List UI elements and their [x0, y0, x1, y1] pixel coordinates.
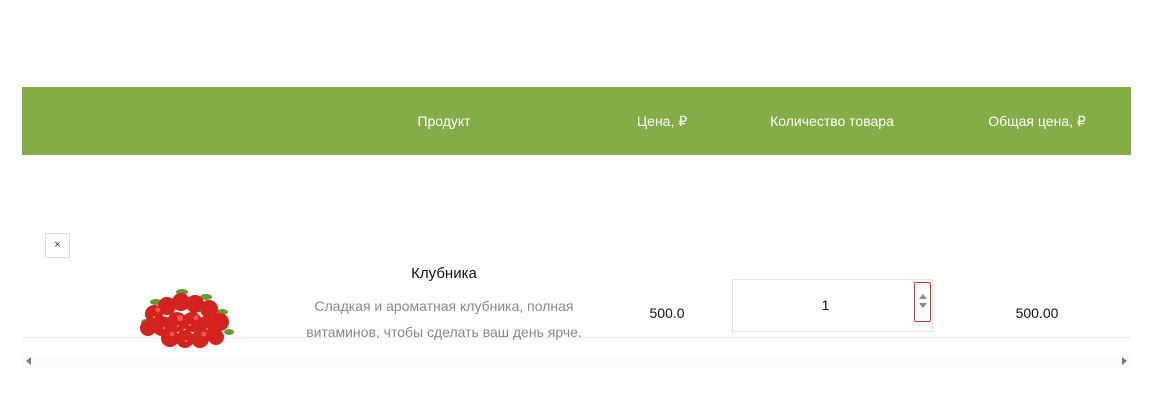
cart-table: Продукт Цена, ₽ Количество товара Общая … [22, 87, 1131, 348]
scroll-left-arrow-icon[interactable] [26, 357, 31, 365]
cart-item-row: × Клубника Сладкая и ароматная клубника,… [22, 155, 1131, 348]
header-product: Продукт [417, 113, 471, 129]
scroll-right-arrow-icon[interactable] [1122, 357, 1127, 365]
cart-table-header: Продукт Цена, ₽ Количество товара Общая … [22, 87, 1131, 155]
product-description-line-2: витаминов, чтобы сделать ваш день ярче. [306, 324, 582, 340]
quantity-stepper[interactable]: 1 [732, 279, 933, 332]
header-total: Общая цена, ₽ [988, 113, 1086, 129]
spin-down-icon[interactable] [919, 303, 927, 308]
quantity-spinner[interactable] [914, 282, 931, 322]
remove-item-button[interactable]: × [45, 233, 70, 258]
quantity-input[interactable]: 1 [733, 280, 918, 331]
product-name[interactable]: Клубника [284, 265, 604, 282]
horizontal-scrollbar[interactable] [22, 354, 1131, 368]
product-info: Клубника Сладкая и ароматная клубника, п… [284, 265, 604, 345]
header-price: Цена, ₽ [636, 113, 688, 129]
spin-up-icon[interactable] [919, 294, 927, 299]
header-quantity: Количество товара [770, 113, 894, 129]
product-description-line-1: Сладкая и ароматная клубника, полная [314, 298, 574, 314]
strawberries-image [140, 289, 234, 348]
product-description: Сладкая и ароматная клубника, полная вит… [284, 293, 604, 345]
item-total: 500.00 [1015, 305, 1059, 321]
item-price: 500.0 [649, 305, 685, 321]
